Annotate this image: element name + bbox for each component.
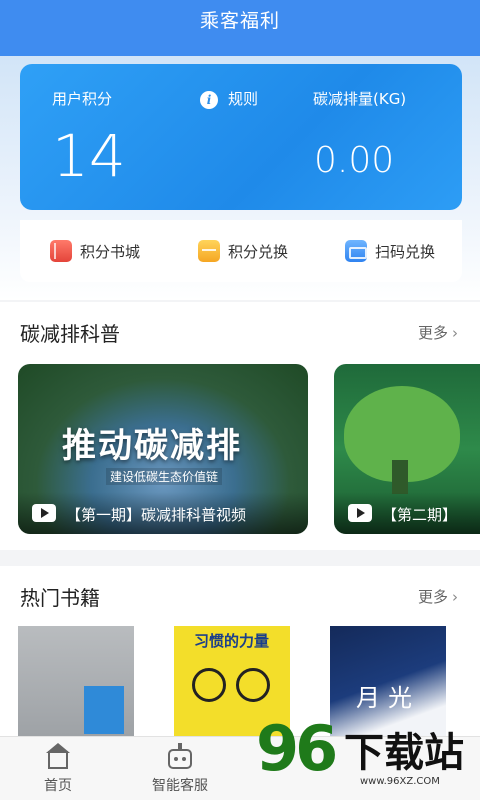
video-caption: 【第二期】 <box>382 506 458 524</box>
watermark-number: 96 <box>256 712 338 785</box>
video-headline: 推动碳减排 <box>62 426 242 466</box>
robot-icon <box>165 743 195 771</box>
cover-decoration <box>192 668 226 702</box>
rules-link[interactable]: 规则 <box>228 88 258 109</box>
play-icon <box>348 504 372 522</box>
section-title: 碳减排科普 <box>20 322 120 346</box>
shortcut-label: 扫码兑换 <box>375 242 436 261</box>
video-card[interactable]: 推动碳减排 建设低碳生态价值链 【第一期】碳减排科普视频 <box>18 364 308 534</box>
cover-decoration <box>236 668 270 702</box>
more-label: 更多 <box>417 324 448 342</box>
tab-label: 智能客服 <box>152 778 208 794</box>
video-caption-bar: 【第一期】碳减排科普视频 <box>18 492 308 534</box>
watermark-text: 下载站 <box>344 730 464 776</box>
home-icon <box>43 743 73 771</box>
page-title: 乘客福利 <box>199 10 280 32</box>
book-cover-title: 习惯的力量 <box>194 632 270 650</box>
scan-icon <box>345 240 367 262</box>
info-icon[interactable]: i <box>200 91 218 109</box>
chevron-right-icon: › <box>452 324 458 342</box>
science-section: 碳减排科普 更多 › 推动碳减排 建设低碳生态价值链 【第一期】碳减排科普视频 【… <box>0 302 480 550</box>
shortcut-points-exchange[interactable]: 积分兑换 <box>198 238 288 264</box>
tab-customer-service[interactable]: 智能客服 <box>140 743 220 795</box>
tree-trunk <box>392 460 408 494</box>
more-link[interactable]: 更多 › <box>418 586 458 607</box>
more-label: 更多 <box>417 588 448 606</box>
book-cover[interactable] <box>18 626 134 736</box>
shortcut-bar: 积分书城 积分兑换 扫码兑换 <box>20 220 462 282</box>
watermark-url: www.96XZ.COM <box>360 776 440 787</box>
section-title: 热门书籍 <box>20 586 100 610</box>
shortcut-label: 积分书城 <box>80 242 141 261</box>
video-caption-bar: 【第二期】 <box>334 492 480 534</box>
tab-label: 首页 <box>44 778 72 794</box>
play-icon <box>32 504 56 522</box>
tab-home[interactable]: 首页 <box>18 743 98 795</box>
shortcut-scan-exchange[interactable]: 扫码兑换 <box>345 238 435 264</box>
header-bar: 乘客福利 <box>0 0 480 56</box>
watermark-logo: 96 下载站 www.96XZ.COM <box>250 700 480 800</box>
book-icon <box>50 240 72 262</box>
cover-decoration <box>84 686 124 734</box>
more-link[interactable]: 更多 › <box>418 322 458 343</box>
chevron-right-icon: › <box>452 588 458 606</box>
video-card[interactable]: 【第二期】 <box>334 364 480 534</box>
gift-icon <box>198 240 220 262</box>
shortcut-label: 积分兑换 <box>228 242 289 261</box>
video-caption: 【第一期】碳减排科普视频 <box>66 506 247 524</box>
carbon-value: 0.00 <box>314 140 395 181</box>
shortcut-book-mall[interactable]: 积分书城 <box>50 238 140 264</box>
points-card: 用户积分 i 规则 碳减排量(KG) 14 0.00 <box>20 64 462 210</box>
video-subtitle: 建设低碳生态价值链 <box>106 468 223 485</box>
points-label: 用户积分 <box>52 90 113 108</box>
points-value: 14 <box>52 122 126 190</box>
carbon-label: 碳减排量(KG) <box>313 90 407 108</box>
